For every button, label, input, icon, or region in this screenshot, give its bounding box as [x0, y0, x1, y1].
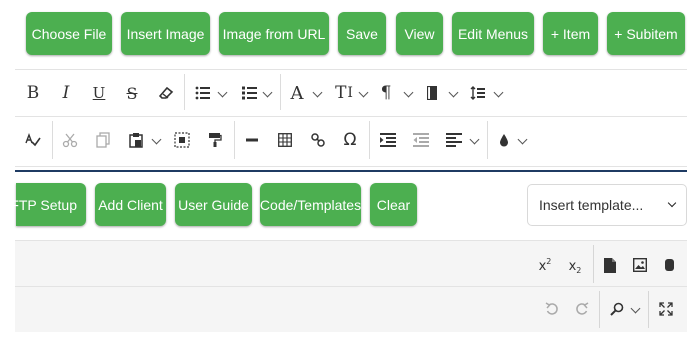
toolbar-separator [280, 74, 281, 110]
toolbar-separator [599, 291, 600, 328]
strikethrough-button[interactable]: S [124, 83, 140, 103]
align-left-icon[interactable] [445, 131, 463, 149]
spellcheck-icon[interactable] [24, 131, 42, 149]
eraser-icon[interactable] [157, 84, 175, 102]
insert-template-select[interactable]: Insert template... [527, 184, 687, 226]
find-icon[interactable] [608, 300, 626, 318]
chevron-down-icon [667, 198, 677, 208]
subscript-exponent: 2 [576, 265, 582, 275]
fullscreen-icon[interactable] [657, 300, 675, 318]
edit-menus-button[interactable]: Edit Menus [452, 12, 534, 55]
save-button[interactable]: Save [338, 12, 386, 55]
italic-button[interactable]: I [58, 83, 74, 103]
toolbar-separator [184, 74, 185, 110]
media-icon[interactable] [661, 256, 675, 274]
code-templates-button[interactable]: Code/Templates [260, 183, 361, 226]
indent-icon[interactable] [379, 131, 397, 149]
cut-icon[interactable] [61, 131, 79, 149]
user-guide-button[interactable]: User Guide [175, 183, 252, 226]
toolbar-separator [487, 121, 488, 159]
numbered-list-icon[interactable] [241, 84, 259, 102]
add-item-button[interactable]: + Item [543, 12, 598, 55]
toolbar-separator [52, 121, 53, 159]
paragraph-button[interactable]: ¶ [378, 83, 394, 103]
image-from-url-button[interactable]: Image from URL [219, 12, 329, 55]
paste-icon[interactable] [127, 131, 145, 149]
block-icon[interactable] [424, 84, 440, 102]
toolbar-separator [593, 245, 594, 283]
view-button[interactable]: View [396, 12, 443, 55]
superscript-exponent: 2 [546, 256, 552, 266]
subscript-base: x [568, 258, 577, 274]
redo-icon[interactable] [573, 300, 591, 318]
add-subitem-button[interactable]: + Subitem [607, 12, 685, 55]
select-all-icon[interactable] [173, 131, 191, 149]
link-icon[interactable] [309, 131, 327, 149]
superscript-button[interactable]: x2 [535, 255, 555, 277]
insert-template-value: Insert template... [539, 197, 644, 213]
horizontal-line-icon[interactable] [243, 131, 261, 149]
superscript-base: x [538, 258, 547, 274]
document-icon[interactable] [601, 256, 619, 274]
subscript-button[interactable]: x2 [565, 255, 585, 277]
font-size-button[interactable]: A [288, 83, 306, 104]
text-cursor-icon: I [347, 85, 353, 101]
toolbar-separator [369, 121, 370, 159]
underline-button[interactable]: U [91, 83, 107, 103]
bullet-list-icon[interactable] [194, 84, 212, 102]
bold-button[interactable]: B [24, 83, 42, 103]
undo-icon[interactable] [543, 300, 561, 318]
special-character-button[interactable]: Ω [341, 130, 359, 150]
editor-toolbar-row-divider [15, 286, 687, 287]
insert-image-button[interactable]: Insert Image [121, 12, 210, 55]
choose-file-button[interactable]: Choose File [26, 12, 112, 55]
color-icon[interactable] [496, 131, 512, 149]
add-client-button[interactable]: Add Client [95, 183, 166, 226]
outdent-icon[interactable] [412, 131, 430, 149]
toolbar-separator [648, 291, 649, 328]
ftp-setup-button[interactable]: FTP Setup [10, 183, 86, 226]
text-style-button[interactable]: TI [333, 83, 355, 103]
toolbar-separator [234, 121, 235, 159]
line-height-icon[interactable] [469, 84, 487, 102]
format-painter-icon[interactable] [206, 131, 224, 149]
copy-icon[interactable] [94, 131, 112, 149]
table-icon[interactable] [276, 131, 294, 149]
text-style-label: T [335, 83, 347, 103]
image-icon[interactable] [631, 256, 649, 274]
clear-button[interactable]: Clear [370, 183, 417, 226]
section-divider [15, 170, 687, 172]
